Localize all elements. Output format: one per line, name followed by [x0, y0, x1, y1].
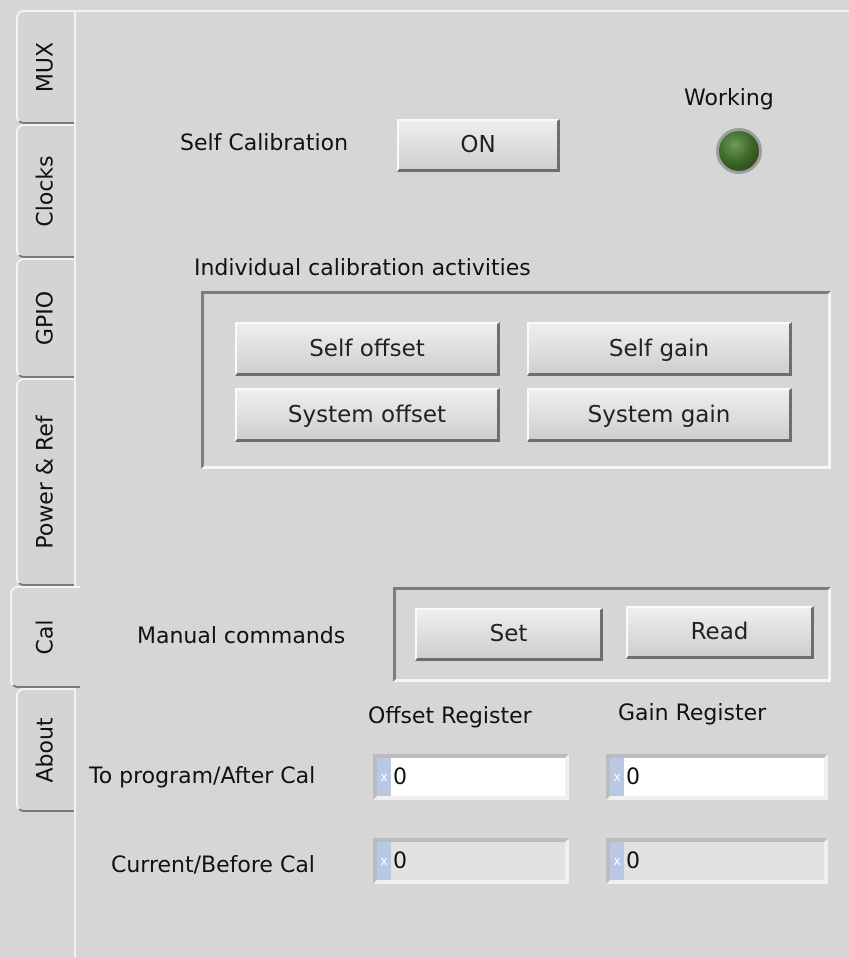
tab-gpio[interactable]: GPIO	[16, 258, 74, 378]
hex-radix-indicator[interactable]: x	[377, 758, 391, 796]
self-gain-button[interactable]: Self gain	[527, 322, 792, 376]
individual-calibration-group	[201, 291, 831, 469]
self-offset-button[interactable]: Self offset	[235, 322, 500, 376]
tab-power-ref[interactable]: Power & Ref	[16, 378, 74, 586]
tab-mux[interactable]: MUX	[16, 10, 74, 124]
set-button[interactable]: Set	[415, 608, 603, 661]
tab-label: About	[33, 717, 59, 783]
self-calibration-label: Self Calibration	[180, 131, 349, 156]
tab-about[interactable]: About	[16, 688, 74, 812]
self-offset-button-label: Self offset	[309, 335, 425, 362]
self-calibration-toggle-button[interactable]: ON	[397, 119, 560, 172]
hex-radix-indicator[interactable]: x	[377, 842, 391, 880]
tab-clocks[interactable]: Clocks	[16, 124, 74, 258]
manual-commands-label: Manual commands	[137, 624, 346, 649]
system-gain-button-label: System gain	[587, 401, 731, 428]
system-offset-button[interactable]: System offset	[235, 388, 500, 442]
set-button-label: Set	[489, 621, 528, 647]
offset-register-program-input[interactable]: x 0	[373, 754, 569, 800]
gain-register-current-value: 0	[626, 848, 640, 874]
tab-label: MUX	[33, 41, 59, 93]
tab-label: Power & Ref	[33, 415, 59, 549]
read-button-label: Read	[690, 619, 749, 645]
working-label: Working	[684, 86, 774, 111]
system-offset-button-label: System offset	[287, 401, 447, 428]
tab-label: Clocks	[33, 155, 59, 227]
offset-register-program-value: 0	[393, 764, 407, 790]
gain-register-program-value: 0	[626, 764, 640, 790]
read-button[interactable]: Read	[626, 606, 814, 659]
offset-register-current-value: 0	[393, 848, 407, 874]
self-gain-button-label: Self gain	[608, 335, 710, 362]
tab-label: GPIO	[33, 290, 59, 346]
to-program-after-cal-label: To program/After Cal	[89, 764, 316, 789]
gain-register-header: Gain Register	[618, 701, 767, 726]
gain-register-current-display: x 0	[606, 838, 828, 884]
current-before-cal-label: Current/Before Cal	[111, 853, 315, 878]
hex-radix-indicator[interactable]: x	[610, 842, 624, 880]
offset-register-header: Offset Register	[368, 704, 532, 729]
tab-label: Cal	[33, 619, 59, 655]
offset-register-current-display: x 0	[373, 838, 569, 884]
tab-cal[interactable]: Cal	[10, 586, 80, 688]
individual-calibration-heading: Individual calibration activities	[194, 256, 531, 281]
self-calibration-button-label: ON	[460, 132, 496, 158]
system-gain-button[interactable]: System gain	[527, 388, 792, 442]
hex-radix-indicator[interactable]: x	[610, 758, 624, 796]
gain-register-program-input[interactable]: x 0	[606, 754, 828, 800]
working-led-indicator	[716, 128, 762, 174]
